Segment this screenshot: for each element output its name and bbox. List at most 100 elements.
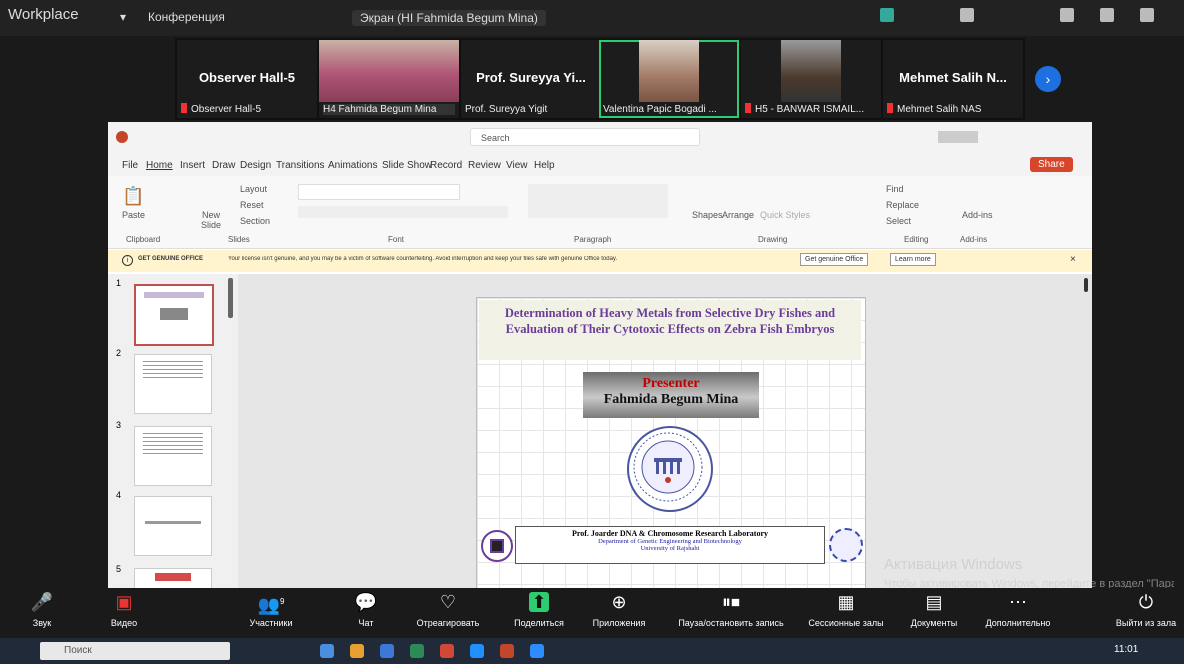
lab-info-box: Prof. Joarder DNA & Chromosome Research … (515, 526, 825, 564)
chat-button[interactable]: 💬 Чат (348, 592, 384, 628)
get-genuine-office-button[interactable]: Get genuine Office (800, 253, 869, 266)
font-family-select[interactable] (298, 184, 460, 200)
layout-button[interactable]: Layout (240, 184, 267, 194)
participant-tile[interactable]: Observer Hall-5 Observer Hall-5 (177, 40, 317, 118)
leave-room-button[interactable]: ⏻ Выйти из зала (1112, 592, 1180, 628)
slide-thumbnail-5[interactable] (134, 568, 212, 590)
slide-thumbnail-3[interactable] (134, 426, 212, 486)
meeting-label[interactable]: Конференция (148, 10, 225, 24)
muted-mic-icon (181, 103, 187, 113)
share-button[interactable]: Share (1030, 157, 1073, 172)
participant-tile[interactable]: Mehmet Salih N... Mehmet Salih NAS (883, 40, 1023, 118)
find-button[interactable]: Find (886, 184, 904, 194)
slide-thumbnail-2[interactable] (134, 354, 212, 414)
video-off-icon: ▣ (115, 592, 133, 612)
info-icon: i (122, 255, 133, 266)
shapes-button[interactable]: Shapes (692, 210, 723, 220)
security-shield-icon[interactable] (880, 8, 894, 22)
quick-styles-button[interactable]: Quick Styles (760, 210, 810, 220)
taskbar-app-icon[interactable] (350, 644, 364, 658)
participants-button[interactable]: 👥9 Участники (238, 592, 304, 628)
taskbar-search[interactable]: Поиск (40, 642, 230, 660)
participant-video (639, 40, 699, 102)
participant-name: Prof. Sureyya Yigit (465, 104, 548, 115)
menu-slide-show[interactable]: Slide Show (382, 160, 432, 171)
view-dropdown-icon[interactable]: ▾ (120, 10, 126, 24)
paste-icon[interactable]: 📋 (122, 186, 144, 207)
search-box[interactable]: Search (470, 128, 700, 146)
thumb-number: 3 (116, 420, 122, 430)
close-notice-icon[interactable]: × (1070, 254, 1076, 265)
notice-label: GET GENUINE OFFICE (138, 256, 204, 262)
account-button[interactable] (938, 131, 978, 143)
menu-insert[interactable]: Insert (180, 160, 205, 171)
menu-draw[interactable]: Draw (212, 160, 235, 171)
current-slide[interactable]: Determination of Heavy Metals from Selec… (476, 297, 866, 589)
powerpoint-window: Search File Home Insert Draw Design Tran… (108, 122, 1092, 590)
menu-review[interactable]: Review (468, 160, 501, 171)
menu-help[interactable]: Help (534, 160, 555, 171)
new-slide-button[interactable]: New Slide (196, 210, 226, 230)
reset-button[interactable]: Reset (240, 200, 264, 210)
paste-button[interactable]: Paste (122, 210, 145, 220)
addins-button[interactable]: Add-ins (962, 210, 993, 220)
react-label: Отреагировать (416, 618, 480, 628)
react-button[interactable]: ♡ Отреагировать (410, 592, 486, 628)
slide-thumbnail-4[interactable] (134, 496, 212, 556)
windows-taskbar: Поиск 11:01 (0, 638, 1184, 664)
minimize-icon[interactable] (1060, 8, 1074, 22)
presenter-label: Presenter (642, 376, 700, 391)
slide-thumbnail-1[interactable] (134, 284, 214, 346)
taskbar-app-icon[interactable] (440, 644, 454, 658)
more-button[interactable]: ⋯ Дополнительно (976, 592, 1060, 628)
pause-stop-recording-button[interactable]: ⏸⏹ Пауза/остановить запись (666, 592, 796, 628)
taskbar-app-icon[interactable] (500, 644, 514, 658)
muted-mic-icon (887, 103, 893, 113)
participant-tile[interactable]: H4 Fahmida Begum Mina (319, 40, 459, 118)
thumb-number: 2 (116, 348, 122, 358)
close-icon[interactable] (1140, 8, 1154, 22)
arrange-button[interactable]: Arrange (722, 210, 754, 220)
thumbnail-scrollbar[interactable] (228, 278, 233, 318)
taskbar-app-icon[interactable] (380, 644, 394, 658)
screen-share-tab[interactable]: Экран (HI Fahmida Begum Mina) (352, 10, 546, 26)
paragraph-controls[interactable] (528, 184, 668, 218)
view-icon[interactable] (960, 8, 974, 22)
taskbar-app-icon[interactable] (530, 644, 544, 658)
notice-text: Your license isn't genuine, and you may … (228, 256, 618, 262)
learn-more-button[interactable]: Learn more (890, 253, 936, 266)
participant-gallery: Observer Hall-5 Observer Hall-5 H4 Fahmi… (175, 38, 1061, 120)
menu-record[interactable]: Record (430, 160, 462, 171)
participant-name: Mehmet Salih NAS (897, 104, 982, 115)
menu-home[interactable]: Home (146, 160, 173, 171)
video-button[interactable]: ▣ Видео (104, 592, 144, 628)
video-label: Видео (110, 618, 138, 628)
menu-transitions[interactable]: Transitions (276, 160, 325, 171)
share-screen-button[interactable]: ⬆ Поделиться (504, 592, 574, 628)
audio-button[interactable]: 🎤 Звук (22, 592, 62, 628)
replace-button[interactable]: Replace (886, 200, 919, 210)
react-heart-icon: ♡ (439, 592, 457, 612)
maximize-icon[interactable] (1100, 8, 1114, 22)
participant-tile[interactable]: Prof. Sureyya Yi... Prof. Sureyya Yigit (461, 40, 601, 118)
select-button[interactable]: Select (886, 216, 911, 226)
section-button[interactable]: Section (240, 216, 270, 226)
documents-icon: ▤ (925, 592, 943, 612)
taskbar-app-icon[interactable] (410, 644, 424, 658)
taskbar-app-icon[interactable] (320, 644, 334, 658)
participant-tile[interactable]: H5 - BANWAR ISMAIL... (741, 40, 881, 118)
taskbar-app-icon[interactable] (470, 644, 484, 658)
apps-button[interactable]: ⊕ Приложения (584, 592, 654, 628)
menu-animations[interactable]: Animations (328, 160, 377, 171)
menu-file[interactable]: File (122, 160, 138, 171)
breakout-rooms-button[interactable]: ▦ Сессионные залы (800, 592, 892, 628)
participant-tile-active-speaker[interactable]: Valentina Papic Bogadi ... (599, 40, 739, 118)
menu-view[interactable]: View (506, 160, 528, 171)
next-page-icon[interactable]: › (1035, 66, 1061, 92)
menu-design[interactable]: Design (240, 160, 271, 171)
participant-name-large: Prof. Sureyya Yi... (476, 70, 586, 85)
powerpoint-logo-icon (116, 131, 128, 143)
documents-button[interactable]: ▤ Документы (902, 592, 966, 628)
font-format-buttons[interactable] (298, 206, 508, 218)
editor-scrollbar[interactable] (1084, 278, 1088, 292)
